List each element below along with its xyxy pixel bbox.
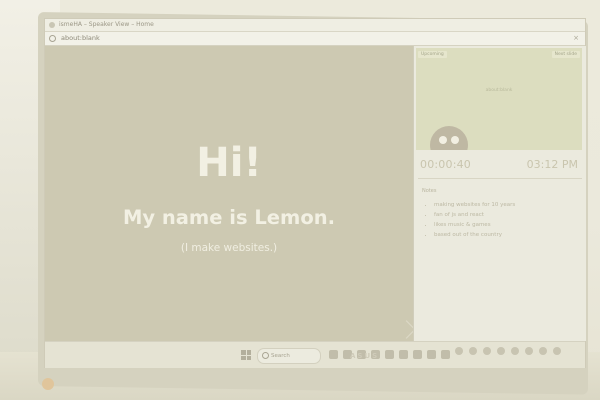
note-item: based out of the country xyxy=(434,230,515,240)
laptop-screen: ismeHA – Speaker View – Home about:blank… xyxy=(44,18,586,368)
note-item: fan of js and react xyxy=(434,210,515,220)
tray-icon[interactable] xyxy=(483,347,491,355)
taskbar-app-icon[interactable] xyxy=(385,350,394,359)
speaker-notes: making websites for 10 years fan of js a… xyxy=(426,200,515,240)
taskbar-app-icon[interactable] xyxy=(413,350,422,359)
speaker-panel: Upcoming Next slide about:blank 00:00:40… xyxy=(413,46,586,341)
slide-viewport: Hi! My name is Lemon. (I make websites.) xyxy=(45,46,416,341)
avatar-icon xyxy=(430,126,468,150)
globe-icon xyxy=(49,35,56,42)
tray-icon[interactable] xyxy=(525,347,533,355)
taskbar-app-icon[interactable] xyxy=(399,350,408,359)
preview-label-next: Next slide xyxy=(551,51,580,58)
window-title: ismeHA – Speaker View – Home xyxy=(59,21,154,28)
search-icon xyxy=(262,352,269,359)
weather-widget-icon[interactable] xyxy=(42,378,54,390)
tray-icon[interactable] xyxy=(455,347,463,355)
taskbar-app-icon[interactable] xyxy=(441,350,450,359)
taskbar: Search xyxy=(45,341,585,368)
slide-heading: Hi! xyxy=(196,140,262,186)
note-item: making websites for 10 years xyxy=(434,200,515,210)
address-bar[interactable]: about:blank × xyxy=(45,32,585,46)
slide-subline: (I make websites.) xyxy=(180,242,278,254)
browser-icon xyxy=(49,22,55,28)
tray-icon[interactable] xyxy=(497,347,505,355)
note-item: likes music & games xyxy=(434,220,515,230)
close-icon[interactable]: × xyxy=(573,32,579,45)
tray-icon[interactable] xyxy=(469,347,477,355)
window-titlebar[interactable]: ismeHA – Speaker View – Home xyxy=(45,19,585,32)
panel-divider xyxy=(418,178,582,179)
tray-icon[interactable] xyxy=(539,347,547,355)
slide-name-line: My name is Lemon. xyxy=(122,206,335,229)
windows-start-icon[interactable] xyxy=(241,350,251,360)
notes-title: Notes xyxy=(422,188,437,194)
preview-center-text: about:blank xyxy=(485,88,513,93)
taskbar-app-icon[interactable] xyxy=(329,350,338,359)
laptop-brand-logo: ASUS xyxy=(350,352,380,360)
elapsed-timer[interactable]: 00:00:40 xyxy=(420,158,471,171)
tray-icon[interactable] xyxy=(511,347,519,355)
address-url[interactable]: about:blank xyxy=(61,32,100,45)
preview-label-upcoming: Upcoming xyxy=(418,51,447,58)
next-slide-preview[interactable]: Upcoming Next slide about:blank xyxy=(416,48,582,150)
taskbar-search[interactable]: Search xyxy=(257,348,321,364)
taskbar-app-icon[interactable] xyxy=(427,350,436,359)
clock-time: 03:12 PM xyxy=(526,158,578,171)
tray-icon[interactable] xyxy=(553,347,561,355)
search-label: Search xyxy=(271,353,290,359)
